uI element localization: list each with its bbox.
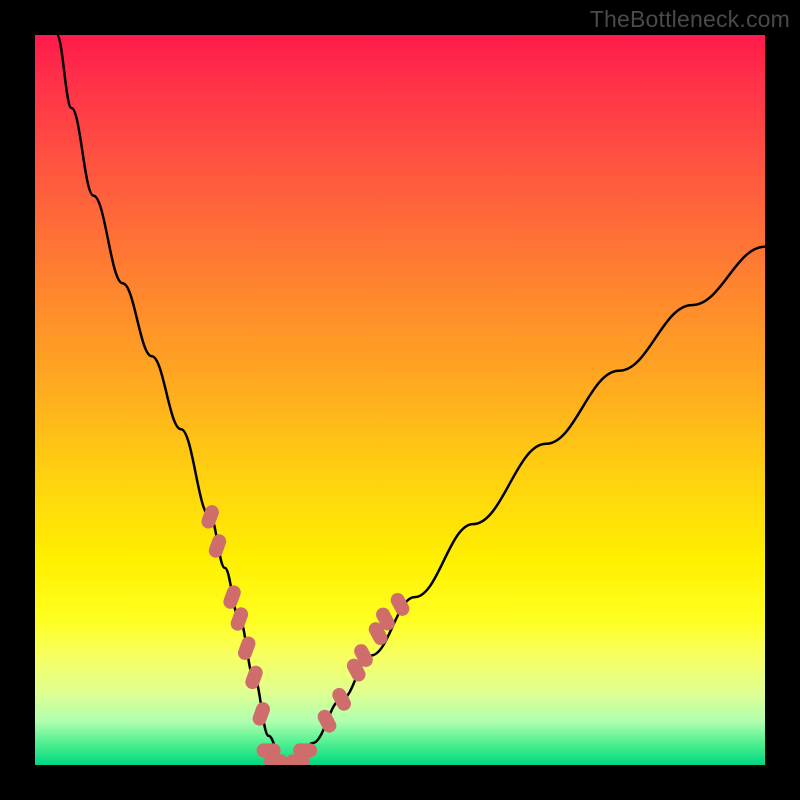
chart-svg xyxy=(35,35,765,765)
curve-group xyxy=(57,35,765,765)
marker-bottom-cluster xyxy=(293,743,317,757)
bottleneck-curve xyxy=(57,35,765,765)
chart-plot-area xyxy=(35,35,765,765)
marker-right-cluster xyxy=(315,707,339,735)
marker-right-cluster xyxy=(388,591,412,619)
watermark-text: TheBottleneck.com xyxy=(590,6,790,33)
marker-left-cluster xyxy=(207,532,228,559)
markers-group xyxy=(200,503,412,765)
marker-left-cluster xyxy=(251,700,272,727)
marker-left-cluster xyxy=(236,635,257,662)
marker-left-cluster xyxy=(229,605,250,632)
marker-left-cluster xyxy=(221,583,242,610)
marker-left-cluster xyxy=(243,664,264,691)
